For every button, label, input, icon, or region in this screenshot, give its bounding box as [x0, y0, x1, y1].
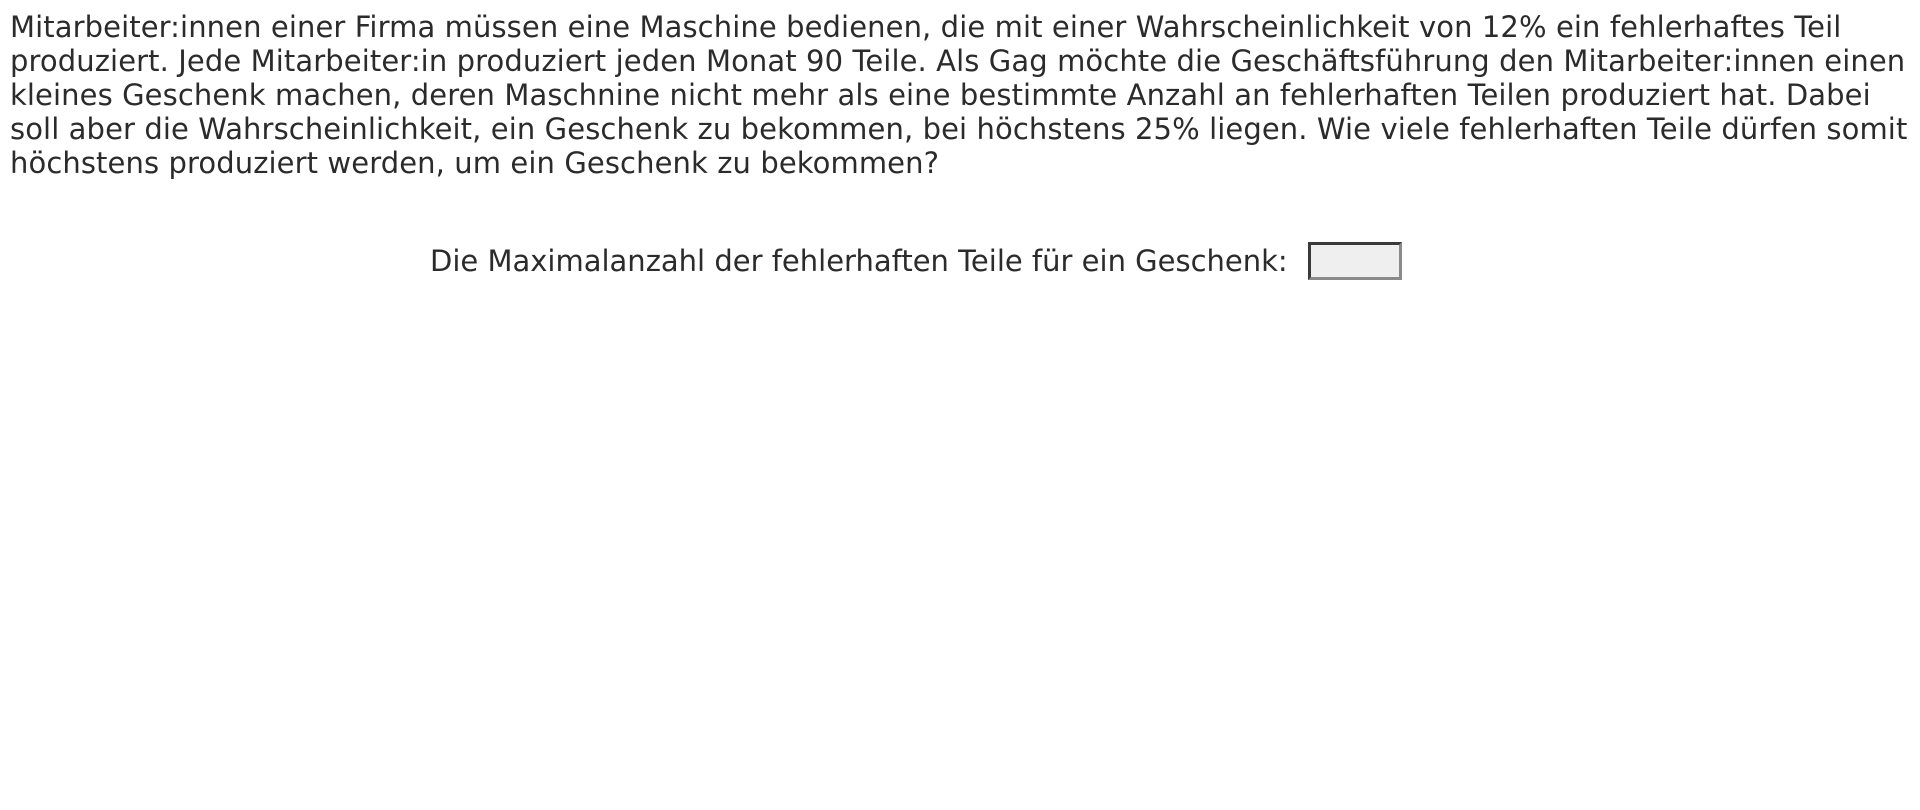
question-text: Mitarbeiter:innen einer Firma müssen ein…	[10, 10, 1908, 180]
answer-row: Die Maximalanzahl der fehlerhaften Teile…	[430, 241, 1402, 281]
answer-label: Die Maximalanzahl der fehlerhaften Teile…	[430, 244, 1288, 278]
answer-input[interactable]	[1307, 242, 1402, 280]
